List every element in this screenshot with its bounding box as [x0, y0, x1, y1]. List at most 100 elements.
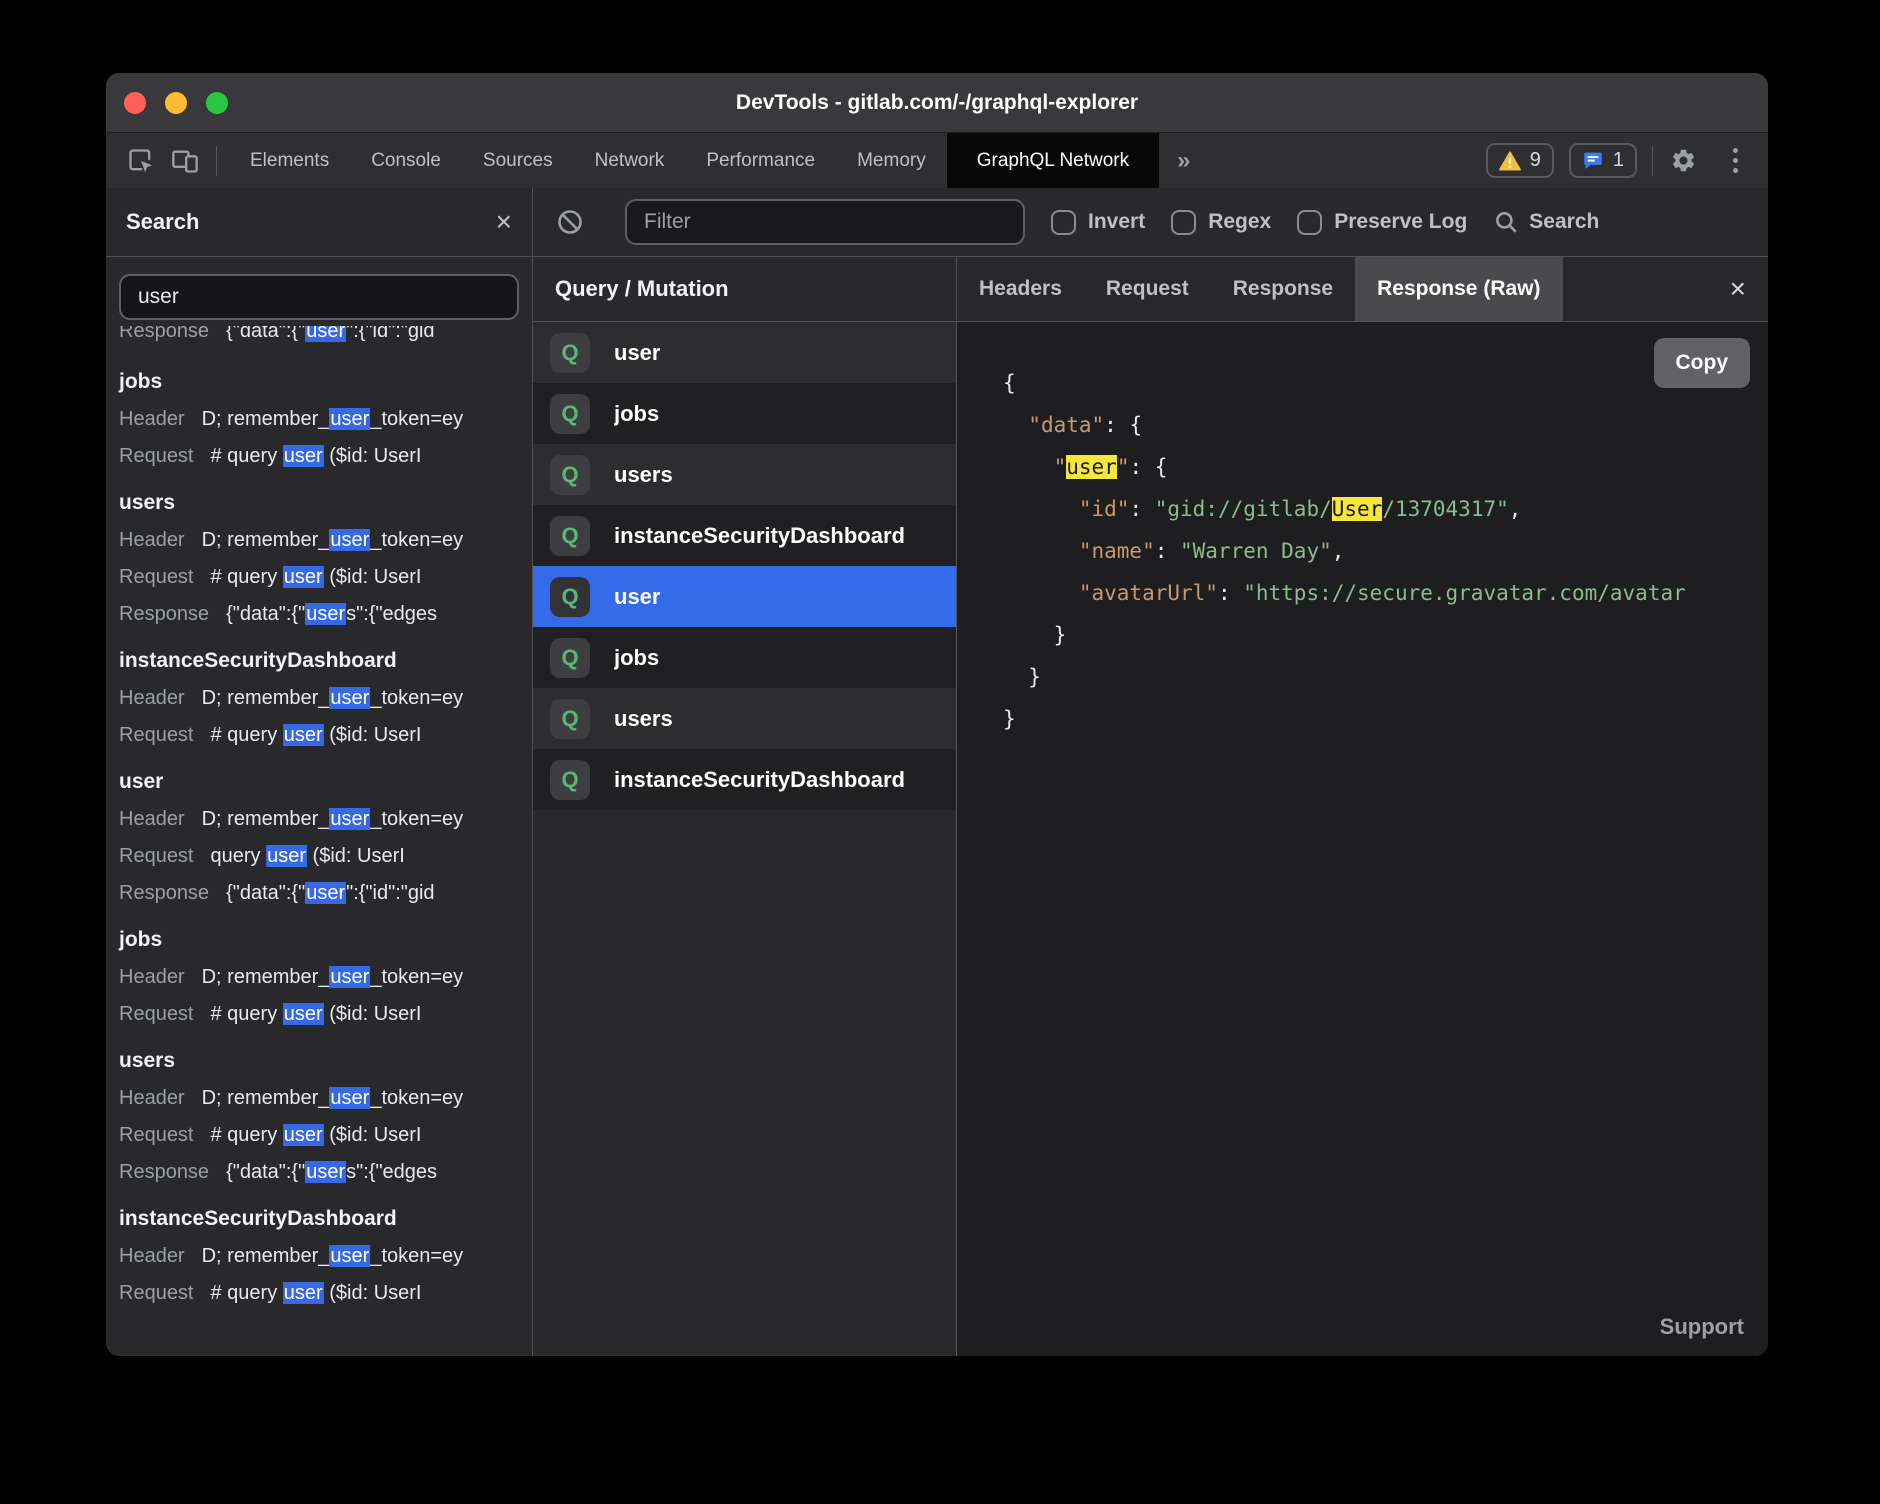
query-list-item[interactable]: QinstanceSecurityDashboard [533, 749, 956, 810]
result-row-label: Response [119, 603, 209, 625]
search-panel-header: Search × [106, 188, 532, 257]
result-match-highlight: user [329, 1245, 370, 1267]
minimize-window-button[interactable] [165, 92, 187, 114]
detail-tab-request[interactable]: Request [1084, 257, 1211, 321]
result-text: {"data":{" [226, 1161, 305, 1183]
search-result-row[interactable]: Request# query user ($id: UserI [119, 1275, 519, 1312]
tab-console[interactable]: Console [350, 133, 462, 188]
tab-graphql-network[interactable]: GraphQL Network [947, 133, 1159, 188]
search-result-group-title[interactable]: user [119, 763, 519, 801]
search-result-row[interactable]: Response{"data":{"user":{"id":"gid [119, 875, 519, 912]
result-row-label: Request [119, 724, 194, 746]
search-result-row[interactable]: Request# query user ($id: UserI [119, 996, 519, 1033]
search-input-wrap [106, 257, 532, 326]
more-tabs-chevron[interactable]: » [1159, 147, 1208, 175]
search-result-row[interactable]: Request# query user ($id: UserI [119, 1117, 519, 1154]
search-result-row[interactable]: HeaderD; remember_user_token=ey [119, 680, 519, 717]
warnings-count: 9 [1530, 149, 1541, 172]
warnings-badge[interactable]: 9 [1486, 143, 1554, 178]
query-type-badge: Q [550, 394, 590, 434]
tab-sources[interactable]: Sources [462, 133, 574, 188]
search-result-row[interactable]: Response{"data":{"users":{"edges [119, 596, 519, 633]
filter-input[interactable] [625, 199, 1025, 245]
result-text: {"data":{" [226, 882, 305, 904]
search-result-row[interactable]: Response{"data":{"users":{"edges [119, 1154, 519, 1191]
issues-badge[interactable]: 1 [1569, 143, 1637, 178]
query-list-item[interactable]: Qusers [533, 688, 956, 749]
result-text: D; remember_ [202, 1245, 330, 1267]
inspect-element-icon[interactable] [126, 146, 156, 176]
search-result-row[interactable]: HeaderD; remember_user_token=ey [119, 1238, 519, 1275]
json-token: } [1003, 707, 1016, 731]
tab-performance[interactable]: Performance [685, 133, 836, 188]
regex-label: Regex [1208, 210, 1271, 234]
query-list-item[interactable]: Qjobs [533, 383, 956, 444]
devtools-window: DevTools - gitlab.com/-/graphql-explorer… [106, 73, 1768, 1356]
search-result-group-title[interactable]: instanceSecurityDashboard [119, 642, 519, 680]
json-token: "data" [1028, 413, 1104, 437]
query-type-badge: Q [550, 699, 590, 739]
tab-elements[interactable]: Elements [229, 133, 350, 188]
tab-memory[interactable]: Memory [836, 133, 947, 188]
support-link[interactable]: Support [1660, 1314, 1744, 1340]
zoom-window-button[interactable] [206, 92, 228, 114]
json-line: } [1003, 614, 1768, 656]
tab-network[interactable]: Network [574, 133, 686, 188]
search-result-group-title[interactable]: jobs [119, 363, 519, 401]
detail-tab-headers[interactable]: Headers [957, 257, 1084, 321]
search-result-row[interactable]: HeaderD; remember_user_token=ey [119, 959, 519, 996]
result-match-highlight: user [283, 1124, 324, 1146]
query-list-item-selected[interactable]: Quser [533, 566, 956, 627]
invert-checkbox[interactable] [1051, 210, 1076, 235]
block-clear-icon[interactable] [555, 207, 585, 237]
result-text: D; remember_ [202, 1087, 330, 1109]
search-result-row[interactable]: Request# query user ($id: UserI [119, 717, 519, 754]
regex-checkbox[interactable] [1171, 210, 1196, 235]
detail-tab-response[interactable]: Response [1211, 257, 1355, 321]
query-list-item[interactable]: Qjobs [533, 627, 956, 688]
result-row-label: Response [119, 1161, 209, 1183]
search-result-group-title[interactable]: instanceSecurityDashboard [119, 1200, 519, 1238]
invert-checkbox-group: Invert [1051, 210, 1145, 235]
titlebar: DevTools - gitlab.com/-/graphql-explorer [106, 73, 1768, 133]
search-result-row[interactable]: HeaderD; remember_user_token=ey [119, 1080, 519, 1117]
search-result-group-title[interactable]: jobs [119, 921, 519, 959]
search-result-row[interactable]: HeaderD; remember_user_token=ey [119, 801, 519, 838]
search-input[interactable] [119, 274, 519, 320]
search-result-row[interactable]: HeaderD; remember_user_token=ey [119, 401, 519, 438]
search-result-group-title[interactable]: users [119, 484, 519, 522]
copy-button[interactable]: Copy [1654, 338, 1751, 388]
close-window-button[interactable] [124, 92, 146, 114]
query-list-item[interactable]: Quser [533, 322, 956, 383]
search-result-group-title[interactable]: users [119, 1042, 519, 1080]
search-result-row[interactable]: Request# query user ($id: UserI [119, 438, 519, 475]
toolbar-divider [1652, 146, 1653, 176]
device-toolbar-icon[interactable] [170, 146, 200, 176]
search-result-row[interactable]: HeaderD; remember_user_token=ey [119, 522, 519, 559]
query-list-item[interactable]: Qusers [533, 444, 956, 505]
json-token: : [1129, 497, 1154, 521]
close-detail-icon[interactable]: × [1730, 275, 1768, 303]
search-button[interactable]: Search [1493, 209, 1599, 235]
search-result-group: jobsHeaderD; remember_user_token=eyReque… [119, 921, 519, 1033]
gear-icon[interactable] [1668, 146, 1698, 176]
close-search-panel-icon[interactable]: × [496, 208, 512, 236]
regex-checkbox-group: Regex [1171, 210, 1271, 235]
result-text: _token=ey [370, 408, 463, 430]
query-list-item-label: instanceSecurityDashboard [614, 767, 905, 793]
result-match-highlight: user [305, 326, 346, 342]
search-result-row[interactable]: Requestquery user ($id: UserI [119, 838, 519, 875]
kebab-menu-icon[interactable] [1727, 148, 1744, 173]
result-row-label: Request [119, 445, 194, 467]
detail-tab-response-raw[interactable]: Response (Raw) [1355, 257, 1562, 321]
query-mutation-list: QuserQjobsQusersQinstanceSecurityDashboa… [533, 322, 956, 1356]
search-result-row[interactable]: Request# query user ($id: UserI [119, 559, 519, 596]
search-result-clipped: Response{"data":{"user":{"id":"gid [119, 326, 519, 354]
search-result-row[interactable]: Response{"data":{"user":{"id":"gid [119, 326, 519, 350]
json-search-highlight: User [1332, 497, 1383, 521]
search-result-group: jobsHeaderD; remember_user_token=eyReque… [119, 363, 519, 475]
query-list-item[interactable]: QinstanceSecurityDashboard [533, 505, 956, 566]
preserve-log-checkbox[interactable] [1297, 210, 1322, 235]
search-panel-title: Search [126, 209, 199, 235]
result-text: ":{"id":"gid [346, 882, 434, 904]
